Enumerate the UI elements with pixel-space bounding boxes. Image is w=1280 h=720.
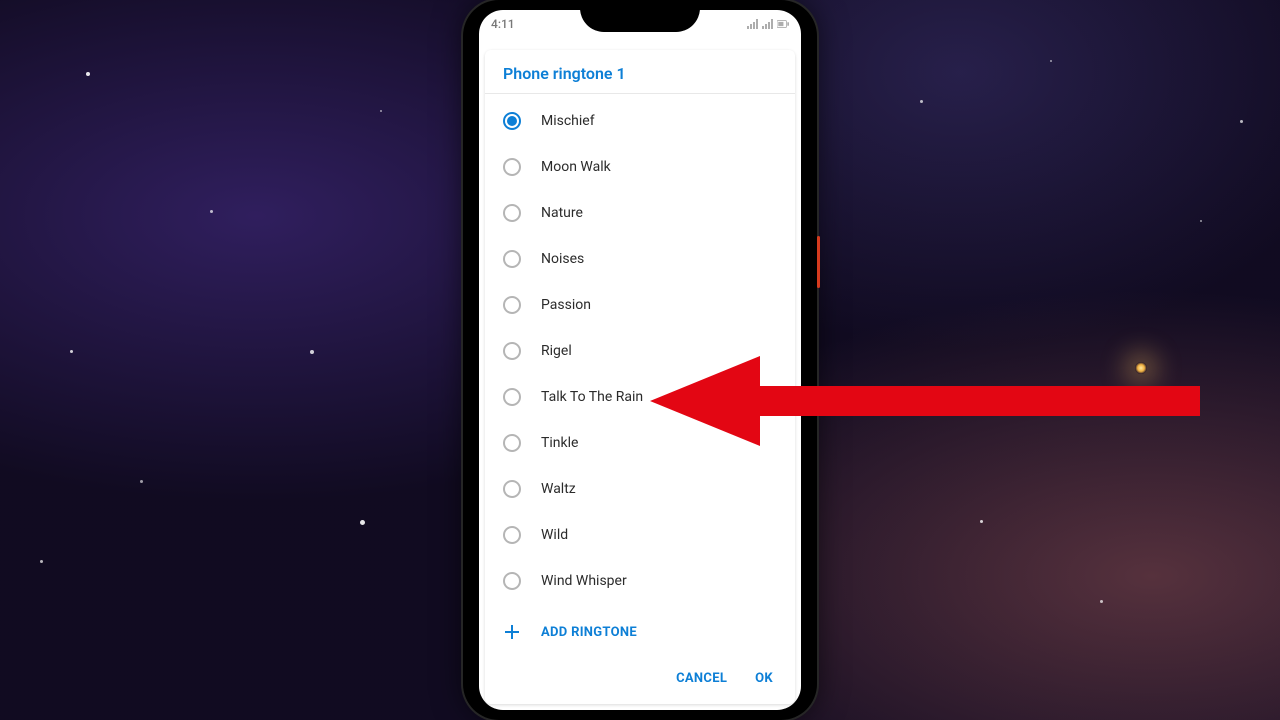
add-ringtone-label: ADD RINGTONE [541,625,637,640]
radio-icon[interactable] [503,388,521,406]
notch [580,10,700,32]
ringtone-row[interactable]: Nature [485,190,795,236]
background-galaxy: 4:11 Phone ringtone 1 Mischief Moon Walk N… [0,0,1280,720]
radio-icon[interactable] [503,204,521,222]
add-ringtone-row[interactable]: ADD RINGTONE [485,608,795,656]
status-icons [747,19,789,29]
ringtone-row[interactable]: Mischief [485,98,795,144]
ringtone-row[interactable]: Waltz [485,466,795,512]
ringtone-label: Tinkle [541,435,578,451]
battery-icon [777,19,789,29]
power-button-accent [817,236,820,288]
star-icon [360,520,365,525]
radio-icon[interactable] [503,296,521,314]
radio-icon[interactable] [503,526,521,544]
ringtone-row[interactable]: Noises [485,236,795,282]
radio-icon[interactable] [503,434,521,452]
ringtone-row[interactable]: Talk To The Rain [485,374,795,420]
star-icon [920,100,923,103]
ringtone-row[interactable]: Wild [485,512,795,558]
ringtone-dialog: Phone ringtone 1 Mischief Moon Walk Nature… [485,50,795,704]
radio-icon[interactable] [503,342,521,360]
radio-icon[interactable] [503,250,521,268]
star-icon [140,480,143,483]
ringtone-label: Moon Walk [541,159,611,175]
ok-button[interactable]: OK [755,671,773,686]
dialog-footer: CANCEL OK [485,656,795,704]
star-icon [40,560,43,563]
status-time: 4:11 [491,17,515,31]
ringtone-row[interactable]: Rigel [485,328,795,374]
star-icon [1200,220,1202,222]
plus-icon [503,623,521,641]
ringtone-label: Noises [541,251,584,267]
signal-icon [762,19,774,29]
star-icon [1100,600,1103,603]
ringtone-row[interactable]: Wind Whisper [485,558,795,604]
ringtone-label: Mischief [541,113,595,129]
star-icon [1240,120,1243,123]
signal-icon [747,19,759,29]
lens-flare-icon [1135,362,1147,374]
phone-frame: 4:11 Phone ringtone 1 Mischief Moon Walk N… [463,0,817,720]
star-icon [310,350,314,354]
star-icon [86,72,90,76]
ringtone-label: Rigel [541,343,572,359]
ringtone-label: Nature [541,205,583,221]
phone-bezel: 4:11 Phone ringtone 1 Mischief Moon Walk N… [473,6,807,714]
ringtone-label: Wind Whisper [541,573,627,589]
ringtone-row[interactable]: Passion [485,282,795,328]
ringtone-label: Talk To The Rain [541,389,643,405]
cancel-button[interactable]: CANCEL [676,671,727,686]
phone-screen: 4:11 Phone ringtone 1 Mischief Moon Walk N… [479,10,801,710]
radio-icon[interactable] [503,572,521,590]
radio-icon[interactable] [503,158,521,176]
star-icon [980,520,983,523]
dialog-header: Phone ringtone 1 [485,50,795,94]
ringtone-row[interactable]: Tinkle [485,420,795,466]
star-icon [1050,60,1052,62]
ringtone-label: Waltz [541,481,576,497]
ringtone-row[interactable]: Moon Walk [485,144,795,190]
ringtone-label: Wild [541,527,568,543]
ringtone-label: Passion [541,297,591,313]
star-icon [70,350,73,353]
ringtone-list[interactable]: Mischief Moon Walk Nature Noises Passion Rige… [485,94,795,608]
dialog-title: Phone ringtone 1 [503,64,777,83]
star-icon [380,110,382,112]
radio-icon[interactable] [503,112,521,130]
radio-icon[interactable] [503,480,521,498]
star-icon [210,210,213,213]
